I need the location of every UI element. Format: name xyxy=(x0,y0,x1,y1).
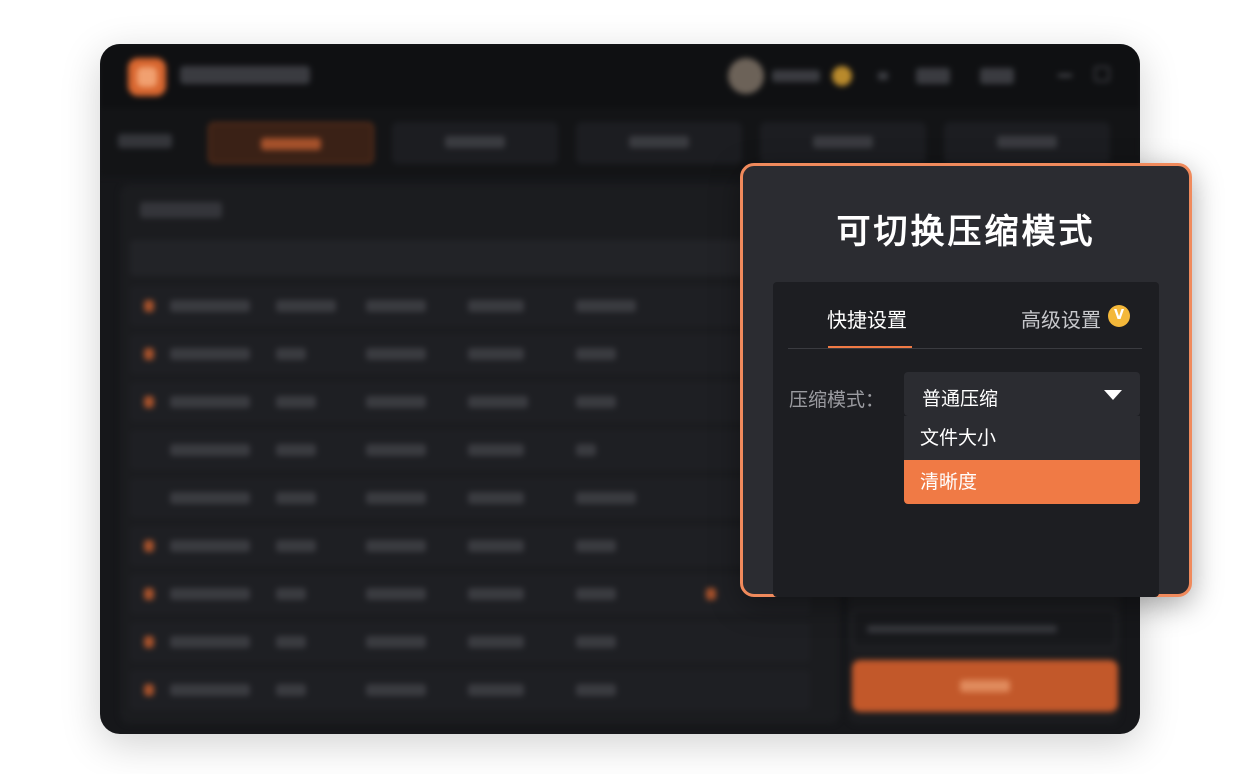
table-row[interactable] xyxy=(130,622,810,662)
table-row[interactable] xyxy=(130,430,810,470)
output-path-field[interactable] xyxy=(852,610,1116,648)
avatar[interactable] xyxy=(728,58,764,94)
vip-icon xyxy=(832,66,852,86)
dropdown-arrow-icon xyxy=(1104,390,1122,400)
tab-item[interactable] xyxy=(944,122,1110,164)
table-row[interactable] xyxy=(130,334,810,374)
start-compress-button[interactable] xyxy=(852,660,1118,712)
chevron-down-icon[interactable] xyxy=(878,72,888,80)
compress-mode-label: 压缩模式： xyxy=(789,389,885,411)
username-placeholder xyxy=(772,70,820,82)
compress-mode-dropdown: 文件大小 清晰度 xyxy=(904,416,1140,504)
app-title-placeholder xyxy=(180,66,310,84)
table-row[interactable] xyxy=(130,382,810,422)
tab-quick-settings[interactable]: 快捷设置 xyxy=(827,304,907,333)
tab-item[interactable] xyxy=(208,122,374,164)
back-button[interactable] xyxy=(118,134,172,148)
vip-badge-icon: V xyxy=(1108,305,1130,327)
tab-item[interactable] xyxy=(576,122,742,164)
tab-item[interactable] xyxy=(760,122,926,164)
table-row[interactable] xyxy=(130,574,810,614)
tab-advanced-settings[interactable]: 高级设置 xyxy=(1021,304,1101,333)
table-row[interactable] xyxy=(130,526,810,566)
minimize-icon[interactable] xyxy=(1058,74,1072,77)
dropdown-option-clarity[interactable]: 清晰度 xyxy=(904,460,1140,504)
titlebar-button[interactable] xyxy=(916,68,950,84)
table-row[interactable] xyxy=(130,286,810,326)
tab-divider xyxy=(788,348,1142,349)
add-file-button[interactable] xyxy=(140,202,222,218)
compress-mode-selected-value: 普通压缩 xyxy=(922,388,999,410)
compress-mode-callout: 可切换压缩模式 快捷设置 高级设置 V 压缩模式： 普通压缩 文件大小 清晰度 xyxy=(740,163,1192,597)
table-row[interactable] xyxy=(130,670,810,710)
tab-item[interactable] xyxy=(392,122,558,164)
close-icon[interactable] xyxy=(1094,66,1110,82)
table-header xyxy=(130,240,810,276)
table-row[interactable] xyxy=(130,478,810,518)
settings-panel-zoom: 快捷设置 高级设置 V 压缩模式： 普通压缩 文件大小 清晰度 xyxy=(773,282,1159,597)
dropdown-option-file-size[interactable]: 文件大小 xyxy=(904,416,1140,460)
app-logo-icon xyxy=(128,58,166,96)
callout-title: 可切换压缩模式 xyxy=(836,212,1096,252)
compress-mode-select[interactable]: 普通压缩 xyxy=(904,372,1140,416)
titlebar-button[interactable] xyxy=(980,68,1014,84)
